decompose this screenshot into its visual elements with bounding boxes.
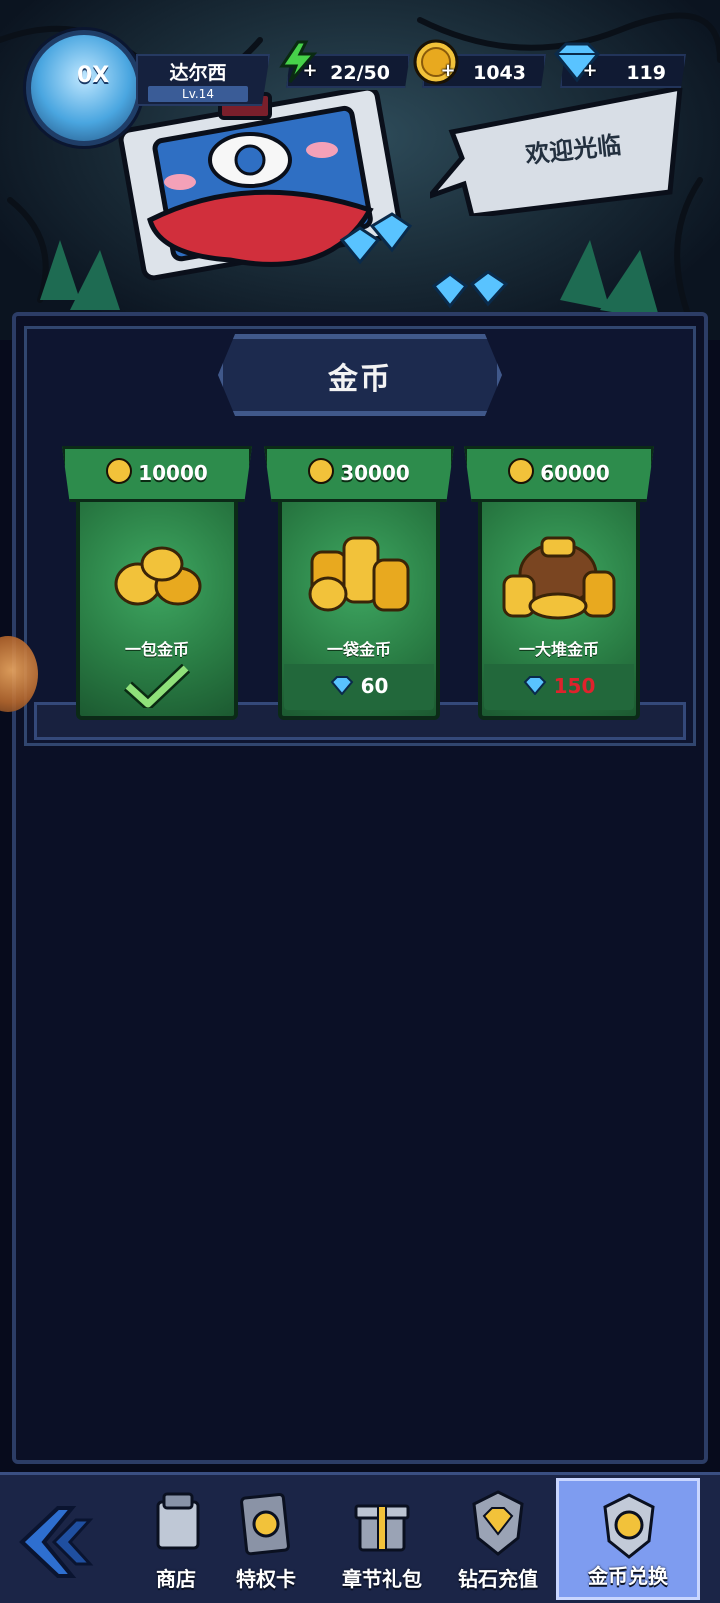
privilege-card-icon bbox=[240, 1492, 290, 1556]
card-amount-value: 60000 bbox=[540, 461, 610, 485]
gold-bag-pile bbox=[502, 536, 616, 620]
player-level: Lv.14 bbox=[148, 86, 248, 102]
gift-box-icon bbox=[354, 1504, 410, 1552]
card-cost-value: 150 bbox=[553, 674, 596, 698]
card-item-name: 一大堆金币 bbox=[518, 640, 599, 659]
card-gold-amount: 10000 bbox=[62, 458, 252, 485]
shop-icon bbox=[156, 1492, 200, 1550]
gold-coin-pile-medium bbox=[308, 536, 410, 612]
energy-add-button[interactable]: + bbox=[276, 40, 320, 88]
card-cost: 60 bbox=[264, 674, 454, 698]
player-avatar[interactable]: 0X bbox=[26, 30, 142, 146]
tab-diamond-recharge[interactable]: 钻石充值 bbox=[440, 1478, 556, 1600]
gold-value: 1043 bbox=[473, 62, 526, 84]
gold-exchange-icon bbox=[603, 1493, 655, 1559]
card-item-name: 一袋金币 bbox=[326, 640, 391, 659]
gold-pack-card-2[interactable]: 30000 一袋金币 60 bbox=[264, 446, 454, 720]
gold-pack-card-3[interactable]: 60000 一大堆金币 150 bbox=[464, 446, 654, 720]
tab-chapter-pack[interactable]: 章节礼包 bbox=[324, 1478, 440, 1600]
gold-pack-card-1[interactable]: 10000 一包金币 bbox=[62, 446, 252, 720]
purchased-check-icon bbox=[124, 664, 190, 708]
plus-icon: + bbox=[582, 60, 598, 81]
merchant-character bbox=[118, 90, 413, 281]
tab-privilege-card[interactable]: 特权卡 bbox=[208, 1478, 324, 1600]
tab-label: 特权卡 bbox=[236, 1567, 296, 1591]
tab-label: 章节礼包 bbox=[342, 1567, 422, 1591]
player-info: 达尔西 Lv.14 bbox=[136, 54, 270, 106]
tab-label: 钻石充值 bbox=[458, 1567, 538, 1591]
diamond-badge-icon bbox=[472, 1490, 524, 1556]
gem-pile-decoration bbox=[431, 270, 509, 309]
card-cost: 150 bbox=[464, 674, 654, 698]
gold-coin-pile-small bbox=[114, 546, 202, 606]
card-amount-value: 30000 bbox=[340, 461, 410, 485]
back-arrow-icon bbox=[19, 1506, 94, 1578]
section-title: 金币 bbox=[328, 362, 392, 397]
diamond-icon bbox=[330, 676, 353, 696]
card-amount-value: 10000 bbox=[138, 461, 208, 485]
player-name: 达尔西 bbox=[169, 62, 227, 84]
tab-gold-exchange[interactable]: 金币兑换 bbox=[556, 1478, 700, 1600]
gold-add-button[interactable]: + bbox=[412, 38, 460, 90]
diamond-icon bbox=[523, 676, 546, 696]
gold-coin-icon bbox=[508, 458, 535, 484]
card-gold-amount: 30000 bbox=[264, 458, 454, 485]
gold-coin-icon bbox=[106, 458, 133, 484]
plus-icon: + bbox=[440, 60, 456, 81]
back-button[interactable] bbox=[14, 1502, 104, 1582]
card-gold-amount: 60000 bbox=[464, 458, 654, 485]
card-item-name: 一包金币 bbox=[124, 640, 189, 659]
energy-value: 22/50 bbox=[330, 62, 390, 84]
gold-coin-icon bbox=[308, 458, 335, 484]
plus-icon: + bbox=[302, 60, 318, 81]
tab-label: 金币兑换 bbox=[588, 1564, 668, 1588]
avatar-mark: 0X bbox=[77, 63, 110, 88]
card-cost-value: 60 bbox=[360, 674, 389, 698]
gem-value: 119 bbox=[626, 62, 666, 84]
gem-add-button[interactable]: + bbox=[552, 40, 602, 88]
